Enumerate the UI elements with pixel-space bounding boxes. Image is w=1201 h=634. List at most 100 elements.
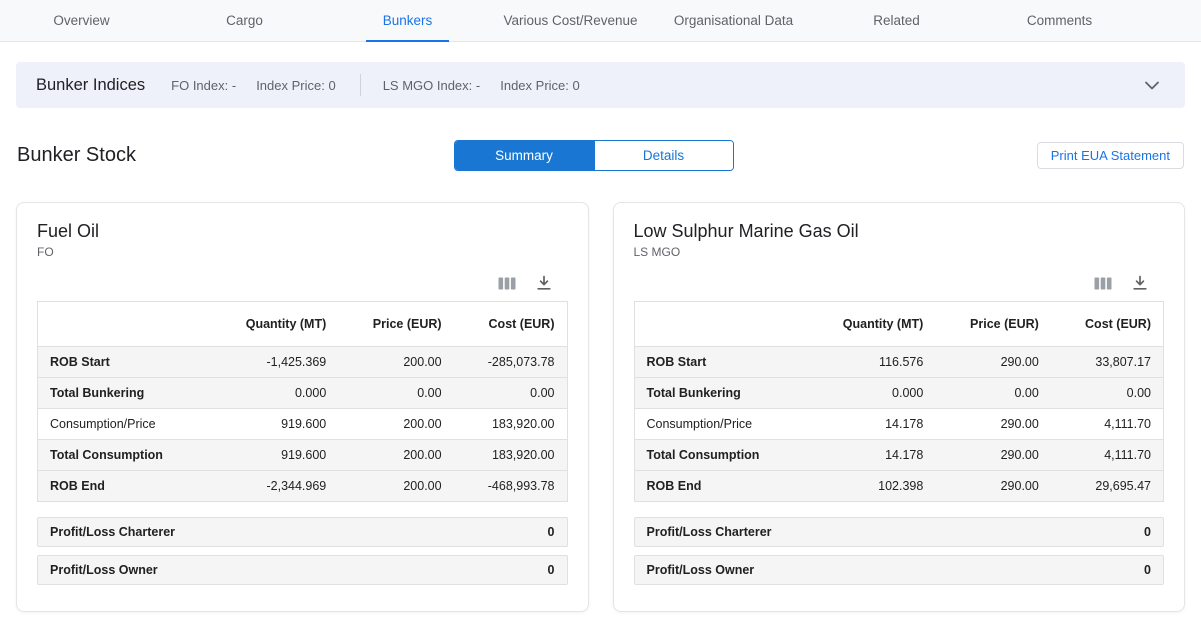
row-label: Consumption/Price — [38, 409, 209, 440]
row-quantity: 102.398 — [805, 471, 935, 502]
row-cost: -468,993.78 — [454, 471, 567, 502]
row-label: ROB Start — [38, 347, 209, 378]
table-row-consumption-price: Consumption/Price 919.600 200.00 183,920… — [38, 409, 568, 440]
row-quantity: 919.600 — [208, 440, 338, 471]
tab-comments[interactable]: Comments — [978, 0, 1141, 41]
table-row-total-bunkering: Total Bunkering 0.000 0.00 0.00 — [634, 378, 1164, 409]
row-price: 200.00 — [338, 440, 453, 471]
tab-cargo[interactable]: Cargo — [163, 0, 326, 41]
row-price: 290.00 — [935, 409, 1051, 440]
table-row-rob-end: ROB End 102.398 290.00 29,695.47 — [634, 471, 1164, 502]
profit-loss-value: 0 — [548, 525, 555, 539]
fo-index-value: FO Index: - — [171, 78, 236, 93]
row-label: Total Bunkering — [38, 378, 209, 409]
columns-icon[interactable] — [1094, 276, 1112, 291]
row-price: 200.00 — [338, 409, 453, 440]
ls-mgo-index-price-value: Index Price: 0 — [500, 78, 580, 93]
card-title: Low Sulphur Marine Gas Oil — [634, 221, 1165, 242]
card-toolbar — [634, 275, 1149, 291]
row-cost: -285,073.78 — [454, 347, 567, 378]
profit-loss-charterer-row: Profit/Loss Charterer 0 — [634, 517, 1165, 547]
row-quantity: 116.576 — [805, 347, 935, 378]
table-row-rob-start: ROB Start 116.576 290.00 33,807.17 — [634, 347, 1164, 378]
expand-panel-button[interactable] — [1139, 72, 1165, 99]
tab-organisational-data[interactable]: Organisational Data — [652, 0, 815, 41]
tab-bunkers[interactable]: Bunkers — [326, 0, 489, 41]
chevron-down-icon — [1145, 78, 1159, 93]
tab-label: Cargo — [226, 13, 263, 28]
card-subtitle: FO — [37, 245, 568, 259]
row-label: ROB End — [634, 471, 805, 502]
row-quantity: 14.178 — [805, 409, 935, 440]
profit-loss-label: Profit/Loss Owner — [647, 563, 755, 577]
bunker-summary-table: Quantity (MT) Price (EUR) Cost (EUR) ROB… — [634, 301, 1165, 502]
row-quantity: -1,425.369 — [208, 347, 338, 378]
row-price: 290.00 — [935, 347, 1051, 378]
row-cost: 183,920.00 — [454, 440, 567, 471]
row-quantity: 0.000 — [805, 378, 935, 409]
profit-loss-owner-row: Profit/Loss Owner 0 — [634, 555, 1165, 585]
row-cost: 4,111.70 — [1051, 409, 1164, 440]
profit-loss-value: 0 — [1144, 525, 1151, 539]
tab-label: Overview — [53, 13, 109, 28]
tab-related[interactable]: Related — [815, 0, 978, 41]
tab-label: Bunkers — [383, 13, 433, 28]
card-toolbar — [37, 275, 552, 291]
row-price: 0.00 — [935, 378, 1051, 409]
tab-label: Various Cost/Revenue — [503, 13, 637, 28]
print-eua-statement-button[interactable]: Print EUA Statement — [1037, 142, 1184, 169]
header-cost: Cost (EUR) — [454, 302, 567, 347]
row-price: 0.00 — [338, 378, 453, 409]
row-quantity: 0.000 — [208, 378, 338, 409]
fuel-oil-card: Fuel Oil FO Quantity (MT) Price (EUR) Co… — [16, 202, 589, 612]
row-cost: 29,695.47 — [1051, 471, 1164, 502]
bunker-indices-title: Bunker Indices — [36, 76, 145, 95]
row-label: Total Consumption — [634, 440, 805, 471]
card-subtitle: LS MGO — [634, 245, 1165, 259]
table-row-total-consumption: Total Consumption 14.178 290.00 4,111.70 — [634, 440, 1164, 471]
ls-mgo-card: Low Sulphur Marine Gas Oil LS MGO Quanti… — [613, 202, 1186, 612]
summary-toggle-button[interactable]: Summary — [455, 141, 594, 170]
summary-details-toggle: Summary Details — [454, 140, 734, 171]
columns-icon[interactable] — [498, 276, 516, 291]
row-price: 290.00 — [935, 440, 1051, 471]
vertical-divider — [360, 74, 361, 96]
bunker-indices-panel-header[interactable]: Bunker Indices FO Index: - Index Price: … — [16, 62, 1185, 108]
fo-index-price-value: Index Price: 0 — [256, 78, 336, 93]
row-label: ROB Start — [634, 347, 805, 378]
header-quantity: Quantity (MT) — [208, 302, 338, 347]
bunker-summary-table: Quantity (MT) Price (EUR) Cost (EUR) ROB… — [37, 301, 568, 502]
row-label: ROB End — [38, 471, 209, 502]
table-row-rob-start: ROB Start -1,425.369 200.00 -285,073.78 — [38, 347, 568, 378]
row-label: Total Bunkering — [634, 378, 805, 409]
tab-overview[interactable]: Overview — [0, 0, 163, 41]
row-quantity: 919.600 — [208, 409, 338, 440]
details-toggle-button[interactable]: Details — [594, 141, 733, 170]
row-quantity: -2,344.969 — [208, 471, 338, 502]
tab-label: Comments — [1027, 13, 1092, 28]
ls-mgo-index-value: LS MGO Index: - — [383, 78, 481, 93]
profit-loss-value: 0 — [548, 563, 555, 577]
table-row-total-consumption: Total Consumption 919.600 200.00 183,920… — [38, 440, 568, 471]
header-empty — [634, 302, 805, 347]
tab-label: Organisational Data — [674, 13, 793, 28]
row-cost: 4,111.70 — [1051, 440, 1164, 471]
tab-various-cost-revenue[interactable]: Various Cost/Revenue — [489, 0, 652, 41]
bunker-stock-header: Bunker Stock Summary Details Print EUA S… — [17, 138, 1184, 172]
profit-loss-label: Profit/Loss Charterer — [50, 525, 175, 539]
profit-loss-owner-row: Profit/Loss Owner 0 — [37, 555, 568, 585]
profit-loss-label: Profit/Loss Charterer — [647, 525, 772, 539]
profit-loss-value: 0 — [1144, 563, 1151, 577]
table-header-row: Quantity (MT) Price (EUR) Cost (EUR) — [38, 302, 568, 347]
page-title: Bunker Stock — [17, 144, 136, 167]
table-row-consumption-price: Consumption/Price 14.178 290.00 4,111.70 — [634, 409, 1164, 440]
table-row-rob-end: ROB End -2,344.969 200.00 -468,993.78 — [38, 471, 568, 502]
header-empty — [38, 302, 209, 347]
download-icon[interactable] — [1132, 275, 1148, 291]
row-label: Consumption/Price — [634, 409, 805, 440]
download-icon[interactable] — [536, 275, 552, 291]
header-price: Price (EUR) — [338, 302, 453, 347]
row-cost: 183,920.00 — [454, 409, 567, 440]
header-price: Price (EUR) — [935, 302, 1051, 347]
row-price: 290.00 — [935, 471, 1051, 502]
